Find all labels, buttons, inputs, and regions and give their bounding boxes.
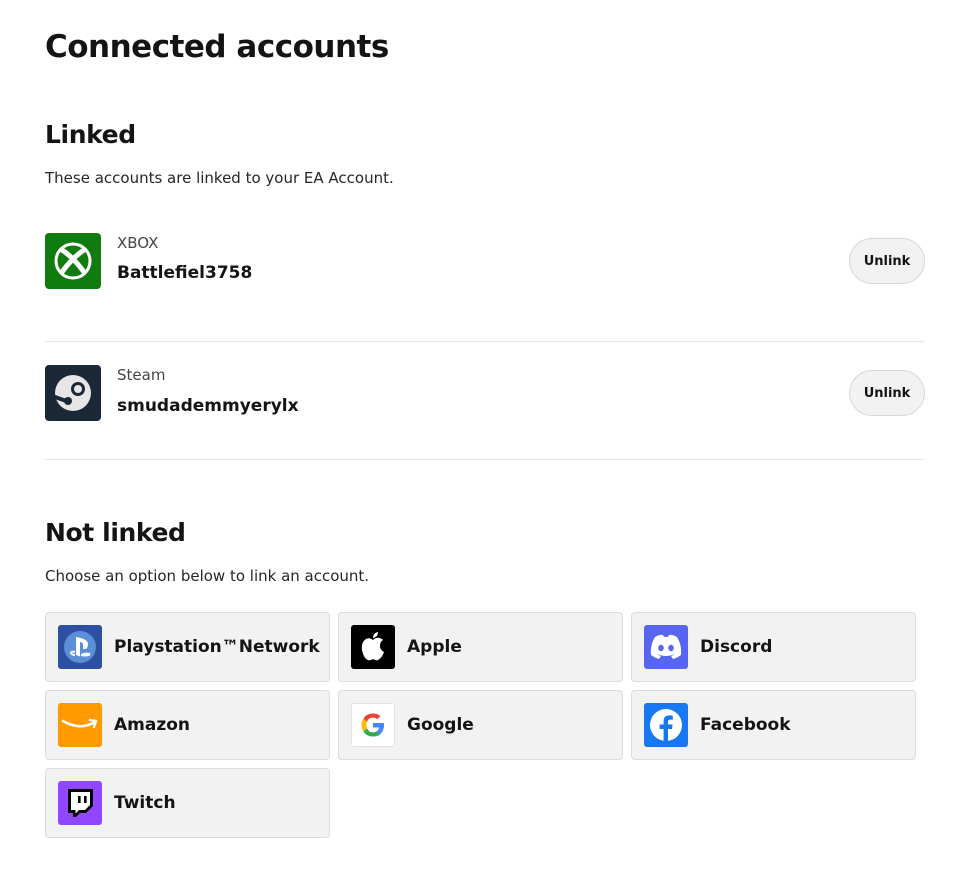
discord-icon bbox=[644, 625, 688, 669]
link-option-twitch[interactable]: Twitch bbox=[45, 768, 330, 838]
unlink-xbox-button[interactable]: Unlink bbox=[849, 238, 925, 284]
option-label: Apple bbox=[407, 637, 462, 657]
linked-account-steam: Steam smudademmyerylx Unlink bbox=[45, 342, 925, 460]
page-title: Connected accounts bbox=[45, 29, 389, 65]
link-options-grid: Playstation™Network Apple Discord Amazon… bbox=[45, 612, 925, 838]
not-linked-section-title: Not linked bbox=[45, 518, 186, 547]
link-option-amazon[interactable]: Amazon bbox=[45, 690, 330, 760]
steam-icon bbox=[45, 365, 101, 421]
option-label: Facebook bbox=[700, 715, 791, 735]
apple-icon bbox=[351, 625, 395, 669]
twitch-icon bbox=[58, 781, 102, 825]
option-label: Discord bbox=[700, 637, 773, 657]
option-label: Amazon bbox=[114, 715, 191, 735]
link-option-playstation[interactable]: Playstation™Network bbox=[45, 612, 330, 682]
option-label: Google bbox=[407, 715, 474, 735]
linked-section-description: These accounts are linked to your EA Acc… bbox=[45, 169, 394, 187]
playstation-icon bbox=[58, 625, 102, 669]
linked-section-title: Linked bbox=[45, 120, 136, 149]
option-label: Playstation™Network bbox=[114, 637, 320, 657]
linked-accounts-list: XBOX Battlefiel3758 Unlink Steam smudade… bbox=[45, 224, 925, 460]
account-username: Battlefiel3758 bbox=[117, 263, 253, 283]
google-icon bbox=[351, 703, 395, 747]
linked-account-xbox: XBOX Battlefiel3758 Unlink bbox=[45, 224, 925, 342]
option-label: Twitch bbox=[114, 793, 176, 813]
not-linked-section-description: Choose an option below to link an accoun… bbox=[45, 567, 370, 585]
account-username: smudademmyerylx bbox=[117, 396, 299, 416]
connected-accounts-page: Connected accounts Linked These accounts… bbox=[45, 28, 925, 838]
xbox-icon bbox=[45, 233, 101, 289]
link-option-facebook[interactable]: Facebook bbox=[631, 690, 916, 760]
facebook-icon bbox=[644, 703, 688, 747]
link-option-google[interactable]: Google bbox=[338, 690, 623, 760]
account-platform-label: XBOX bbox=[117, 234, 159, 252]
account-platform-label: Steam bbox=[117, 366, 166, 384]
amazon-icon bbox=[58, 703, 102, 747]
unlink-steam-button[interactable]: Unlink bbox=[849, 370, 925, 416]
link-option-discord[interactable]: Discord bbox=[631, 612, 916, 682]
link-option-apple[interactable]: Apple bbox=[338, 612, 623, 682]
